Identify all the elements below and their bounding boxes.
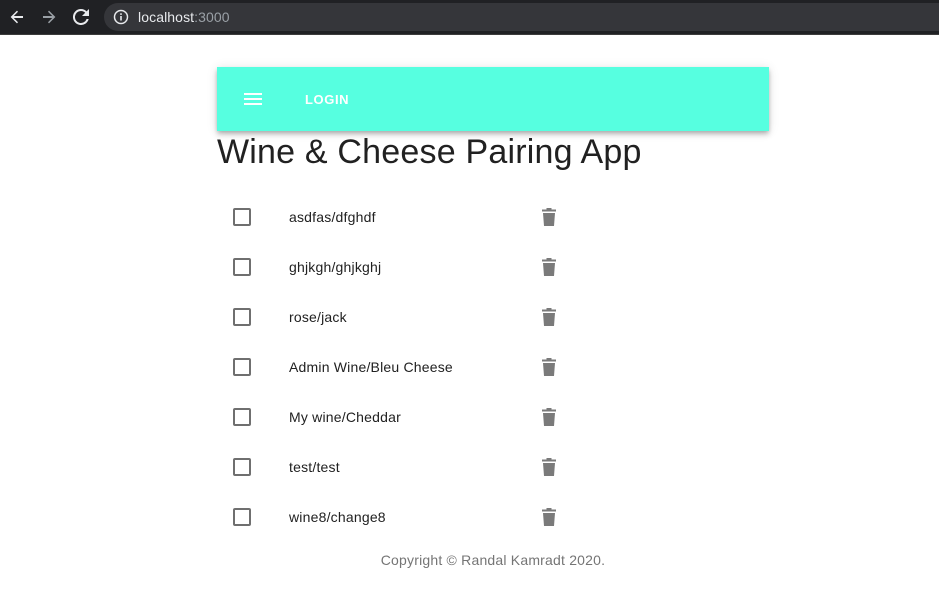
hamburger-menu-icon (244, 93, 262, 105)
pairing-label: asdfas/dfghdf (289, 209, 376, 225)
forward-button[interactable] (38, 6, 60, 28)
pairing-checkbox[interactable] (233, 408, 251, 426)
pairing-label: wine8/change8 (289, 509, 386, 525)
trash-icon (542, 258, 556, 276)
reload-icon (73, 9, 89, 25)
list-item: My wine/Cheddar (217, 392, 577, 442)
pairing-label: rose/jack (289, 309, 347, 325)
pairing-checkbox[interactable] (233, 358, 251, 376)
menu-button[interactable] (237, 83, 269, 115)
address-bar[interactable]: localhost:3000 (104, 3, 939, 31)
pairing-label: Admin Wine/Bleu Cheese (289, 359, 453, 375)
url-host: localhost (138, 9, 195, 25)
login-button[interactable]: LOGIN (293, 83, 361, 115)
delete-button[interactable] (537, 305, 561, 329)
pairing-checkbox[interactable] (233, 308, 251, 326)
url-text: localhost:3000 (138, 9, 230, 25)
pairing-checkbox[interactable] (233, 258, 251, 276)
arrow-right-icon (43, 10, 56, 24)
list-item: rose/jack (217, 292, 577, 342)
pairing-list: asdfas/dfghdf ghjkgh/ghjkghj rose/jack Admi… (217, 192, 769, 542)
pairing-checkbox[interactable] (233, 458, 251, 476)
pairing-checkbox[interactable] (233, 508, 251, 526)
list-item: asdfas/dfghdf (217, 192, 577, 242)
delete-button[interactable] (537, 355, 561, 379)
list-item: wine8/change8 (217, 492, 577, 542)
url-port: :3000 (194, 9, 230, 25)
delete-button[interactable] (537, 505, 561, 529)
reload-button[interactable] (70, 6, 92, 28)
delete-button[interactable] (537, 455, 561, 479)
pairing-label: test/test (289, 459, 340, 475)
pairing-checkbox[interactable] (233, 208, 251, 226)
trash-icon (542, 408, 556, 426)
delete-button[interactable] (537, 255, 561, 279)
trash-icon (542, 308, 556, 326)
pairing-label: My wine/Cheddar (289, 409, 401, 425)
page-title: Wine & Cheese Pairing App (217, 133, 642, 171)
pairing-label: ghjkgh/ghjkghj (289, 259, 382, 275)
trash-icon (542, 508, 556, 526)
copyright-footer: Copyright © Randal Kamradt 2020. (380, 552, 606, 568)
trash-icon (542, 358, 556, 376)
trash-icon (542, 458, 556, 476)
delete-button[interactable] (537, 205, 561, 229)
list-item: test/test (217, 442, 577, 492)
back-button[interactable] (6, 6, 28, 28)
delete-button[interactable] (537, 405, 561, 429)
browser-toolbar: localhost:3000 (0, 0, 939, 35)
arrow-left-icon (10, 10, 23, 24)
list-item: ghjkgh/ghjkghj (217, 242, 577, 292)
trash-icon (542, 208, 556, 226)
info-icon[interactable] (113, 9, 129, 25)
app-bar: LOGIN (217, 67, 769, 131)
list-item: Admin Wine/Bleu Cheese (217, 342, 577, 392)
